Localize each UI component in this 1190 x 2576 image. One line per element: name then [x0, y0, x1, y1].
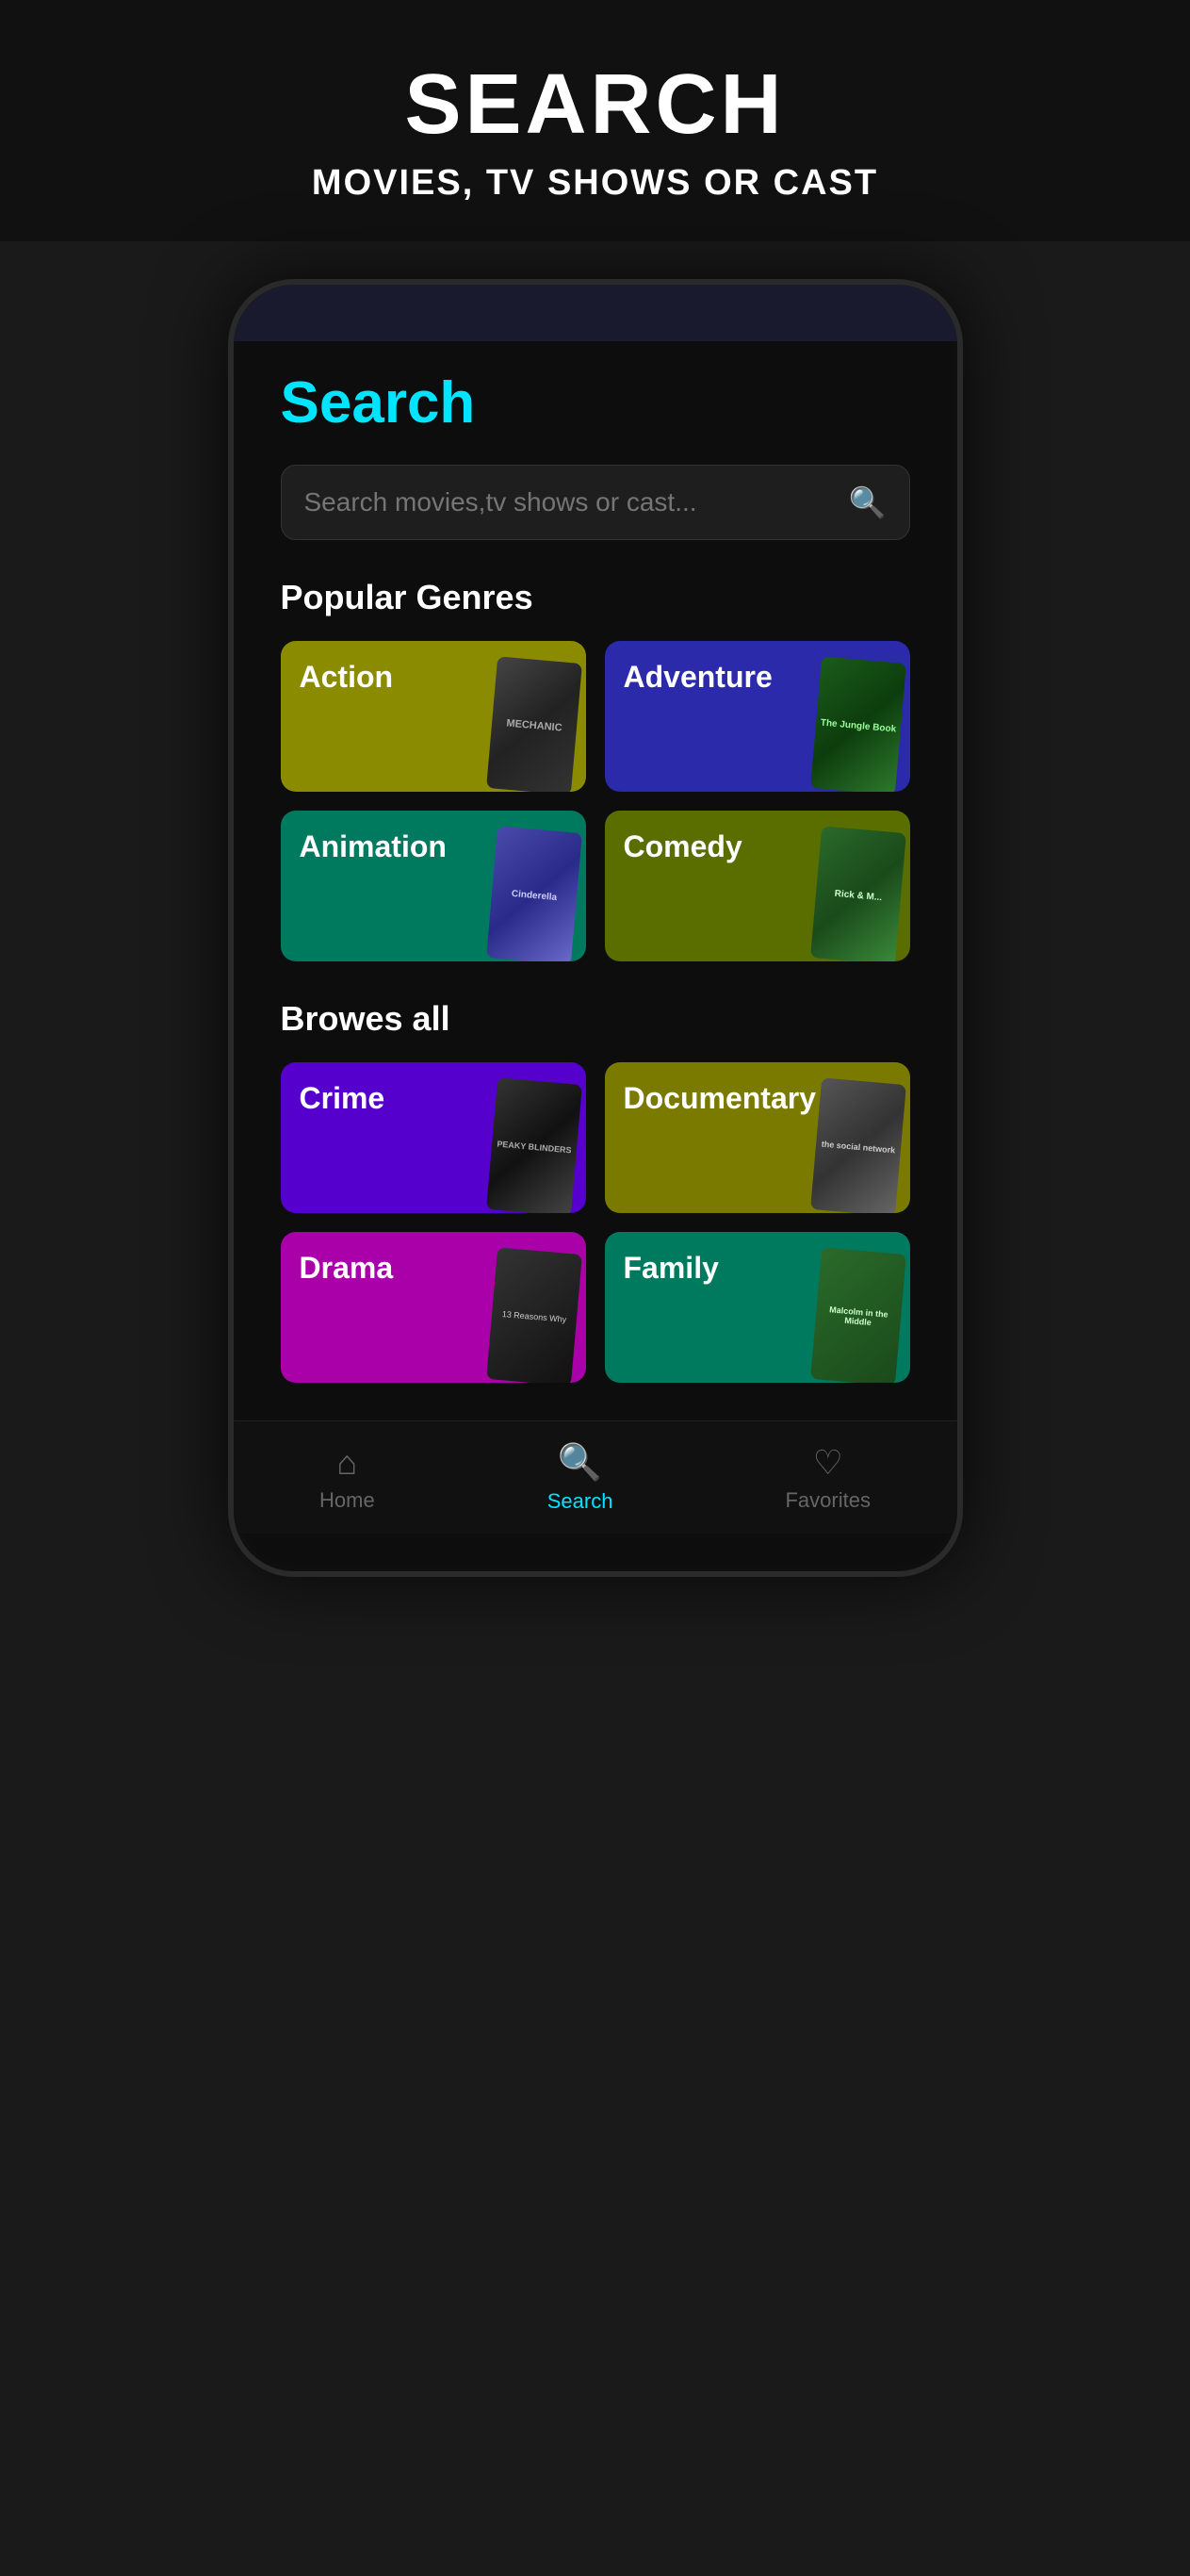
genre-card-documentary[interactable]: Documentary the social network [605, 1062, 910, 1213]
favorites-icon: ♡ [813, 1443, 843, 1483]
genre-card-drama[interactable]: Drama 13 Reasons Why [281, 1232, 586, 1383]
poster-crime: PEAKY BLINDERS [486, 1077, 582, 1213]
phone-notch [234, 285, 957, 341]
genre-card-comedy[interactable]: Comedy Rick & M... [605, 811, 910, 961]
bottom-nav: ⌂ Home 🔍 Search ♡ Favorites [234, 1420, 957, 1534]
right-side-buttons [961, 520, 963, 615]
phone-frame: Search 🔍 Popular Genres Action MECHANIC … [228, 279, 963, 1577]
phone-content: Search 🔍 Popular Genres Action MECHANIC … [234, 369, 957, 1383]
search-bar[interactable]: 🔍 [281, 465, 910, 540]
main-subtitle: MOVIES, TV SHOWS OR CAST [38, 163, 1152, 204]
home-icon: ⌂ [336, 1443, 357, 1483]
genre-label-animation: Animation [300, 829, 447, 864]
poster-documentary: the social network [810, 1077, 906, 1213]
left-side-buttons [228, 473, 230, 624]
poster-action: MECHANIC [486, 656, 582, 792]
nav-item-home[interactable]: ⌂ Home [319, 1443, 375, 1513]
top-header: SEARCH MOVIES, TV SHOWS OR CAST [0, 0, 1190, 241]
genre-label-drama: Drama [300, 1251, 394, 1286]
main-title: SEARCH [38, 57, 1152, 154]
genre-label-crime: Crime [300, 1081, 385, 1116]
genre-label-comedy: Comedy [624, 829, 742, 864]
search-icon[interactable]: 🔍 [849, 484, 887, 520]
nav-item-favorites[interactable]: ♡ Favorites [785, 1443, 870, 1513]
nav-label-home: Home [319, 1488, 375, 1513]
popular-genres-title: Popular Genres [281, 578, 910, 617]
browse-all-grid: Crime PEAKY BLINDERS Documentary the soc… [281, 1062, 910, 1383]
genre-card-animation[interactable]: Animation Cinderella [281, 811, 586, 961]
genre-label-action: Action [300, 660, 394, 695]
poster-animation: Cinderella [486, 826, 582, 961]
poster-family: Malcolm in the Middle [810, 1247, 906, 1383]
search-nav-icon: 🔍 [558, 1442, 602, 1484]
genre-label-documentary: Documentary [624, 1081, 817, 1116]
poster-comedy: Rick & M... [810, 826, 906, 961]
genre-card-action[interactable]: Action MECHANIC [281, 641, 586, 792]
genre-card-crime[interactable]: Crime PEAKY BLINDERS [281, 1062, 586, 1213]
genre-label-family: Family [624, 1251, 719, 1286]
browse-all-title: Browes all [281, 999, 910, 1039]
poster-drama: 13 Reasons Why [486, 1247, 582, 1383]
genre-card-adventure[interactable]: Adventure The Jungle Book [605, 641, 910, 792]
popular-genres-grid: Action MECHANIC Adventure The Jungle Boo… [281, 641, 910, 961]
nav-item-search[interactable]: 🔍 Search [547, 1442, 613, 1514]
genre-card-family[interactable]: Family Malcolm in the Middle [605, 1232, 910, 1383]
genre-label-adventure: Adventure [624, 660, 773, 695]
poster-adventure: The Jungle Book [810, 656, 906, 792]
nav-label-favorites: Favorites [785, 1488, 870, 1513]
search-input[interactable] [304, 487, 849, 517]
nav-label-search: Search [547, 1489, 613, 1514]
page-title: Search [281, 369, 910, 436]
